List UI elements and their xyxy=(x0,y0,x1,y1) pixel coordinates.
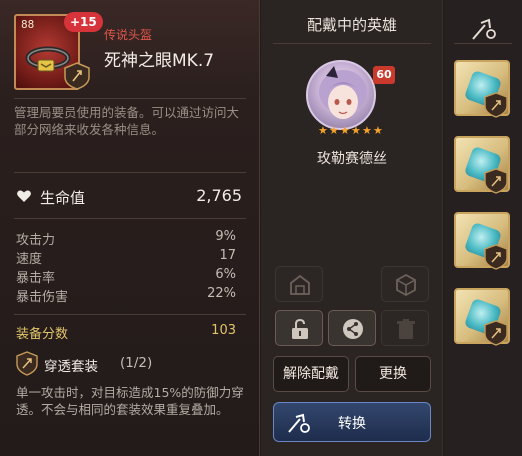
storage-button[interactable] xyxy=(275,266,323,302)
hero-level-badge: 60 xyxy=(373,66,395,84)
gear-slot[interactable] xyxy=(454,212,510,270)
equipped-hero-panel: 配戴中的英雄 60 ★ ★ ★ ★ ★ ★ 玫勒赛德丝 解除配戴 更换 转换 xyxy=(261,0,443,456)
divider xyxy=(14,218,246,219)
hero-stars: ★ ★ ★ ★ ★ ★ xyxy=(318,124,384,137)
set-badge-icon xyxy=(484,244,508,270)
item-name: 死神之眼MK.7 xyxy=(104,51,215,71)
hero-avatar[interactable] xyxy=(306,60,376,130)
gear-slot[interactable] xyxy=(454,60,510,118)
star-icon: ★ xyxy=(340,124,350,137)
change-button[interactable]: 更换 xyxy=(355,356,431,392)
set-count: (1/2) xyxy=(120,355,153,371)
star-icon: ★ xyxy=(351,124,361,137)
star-icon: ★ xyxy=(373,124,383,137)
star-icon: ★ xyxy=(362,124,372,137)
main-stat-value: 2,765 xyxy=(196,186,242,205)
panel-title: 配戴中的英雄 xyxy=(306,16,397,34)
item-type: 传说头盔 xyxy=(104,28,153,42)
divider xyxy=(454,43,512,44)
convert-icon xyxy=(288,413,310,433)
delete-button[interactable] xyxy=(381,310,429,346)
enhance-badge: +15 xyxy=(64,12,103,32)
item-description: 管理局要员使用的装备。可以通过访问大部分网络来收发各种信息。 xyxy=(14,105,240,137)
set-description: 单一攻击时，对目标造成15%的防御力穿透。不会与相同的套装效果重复叠加。 xyxy=(16,385,244,417)
item-detail-panel: 88 +15 传说头盔 死神之眼MK.7 管理局要员使用的装备。可以通过访问大部… xyxy=(0,0,260,456)
sub-stat-value: 22% xyxy=(207,286,236,301)
set-badge-icon xyxy=(64,62,90,90)
star-icon: ★ xyxy=(318,124,328,137)
share-icon xyxy=(343,319,363,339)
convert-label: 转换 xyxy=(338,416,366,432)
sub-stat-label: 速度 xyxy=(16,252,43,267)
sub-stat-label: 暴击率 xyxy=(16,271,56,286)
gear-score-row: 装备分数 103 xyxy=(16,323,236,342)
sub-stat-value: 6% xyxy=(215,267,236,282)
trash-icon xyxy=(397,319,415,339)
gear-slot[interactable] xyxy=(454,136,510,194)
set-icon xyxy=(16,351,38,376)
convert-icon xyxy=(472,18,496,40)
sub-stat-row: 速度 17 xyxy=(16,248,236,267)
divider xyxy=(14,172,246,173)
set-name: 穿透套装 xyxy=(44,359,98,375)
cube-icon xyxy=(396,273,416,297)
sub-stat-row: 暴击伤害 22% xyxy=(16,286,236,305)
gear-slot[interactable] xyxy=(454,288,510,346)
share-button[interactable] xyxy=(328,310,376,346)
set-badge-icon xyxy=(484,168,508,194)
star-icon: ★ xyxy=(329,124,339,137)
sub-stat-value: 17 xyxy=(219,248,236,263)
main-stat-row: 生命值 2,765 xyxy=(16,186,242,210)
gear-score-value: 103 xyxy=(211,323,236,338)
hero-name: 玫勒赛德丝 xyxy=(317,151,387,167)
unlock-icon xyxy=(292,318,308,339)
hero-portrait-icon xyxy=(319,66,367,119)
divider xyxy=(14,314,246,315)
storage-icon xyxy=(290,274,310,295)
heart-icon xyxy=(17,190,31,202)
sub-stat-label: 暴击伤害 xyxy=(16,290,69,305)
convert-button[interactable]: 转换 xyxy=(273,402,431,442)
sub-stat-value: 9% xyxy=(215,229,236,244)
gear-slot-panel xyxy=(444,0,522,456)
gear-score-label: 装备分数 xyxy=(16,327,69,342)
sub-stat-row: 暴击率 6% xyxy=(16,267,236,286)
item-level: 88 xyxy=(21,18,35,31)
sub-stat-row: 攻击力 9% xyxy=(16,229,236,248)
set-badge-icon xyxy=(484,92,508,118)
unequip-button[interactable]: 解除配戴 xyxy=(273,356,349,392)
divider xyxy=(273,43,431,44)
extract-button[interactable] xyxy=(381,266,429,302)
set-badge-icon xyxy=(484,320,508,346)
sub-stat-label: 攻击力 xyxy=(16,233,56,248)
lock-button[interactable] xyxy=(275,310,323,346)
main-stat-label: 生命值 xyxy=(40,189,86,207)
divider xyxy=(14,98,246,99)
